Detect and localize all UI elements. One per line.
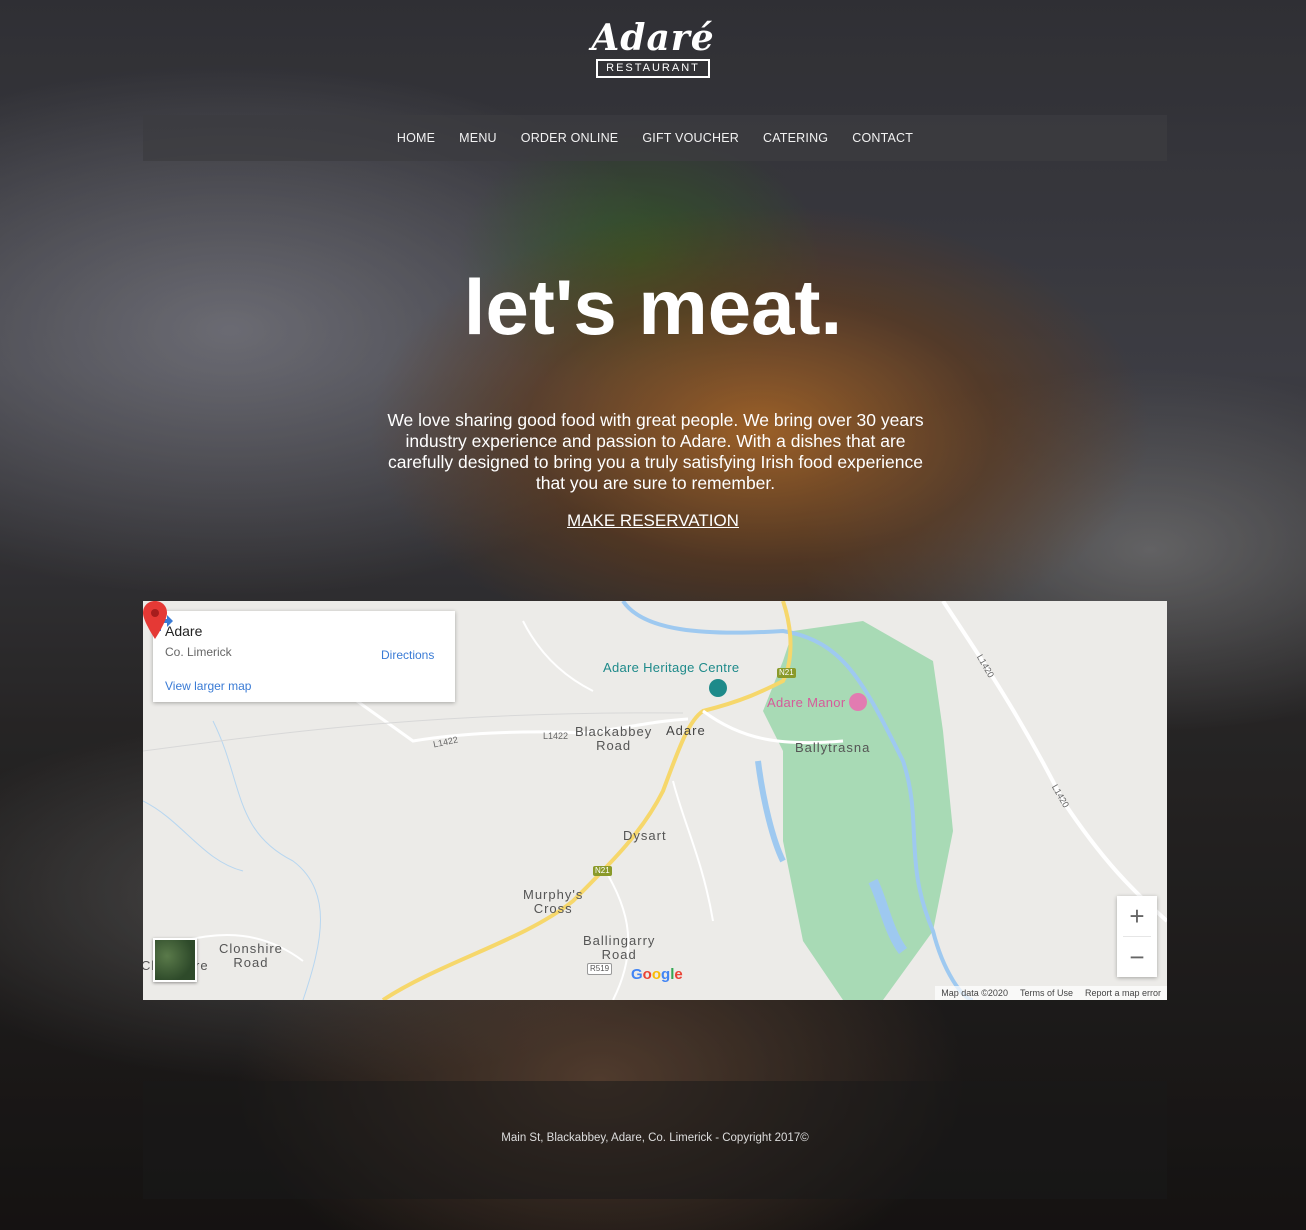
road-num-l1422-b: L1422 [543, 731, 569, 741]
zoom-out-button[interactable]: − [1117, 937, 1157, 977]
nav-menu[interactable]: MENU [447, 131, 509, 145]
map-attribution: Map data ©2020 Terms of Use Report a map… [935, 986, 1167, 1000]
road-north [522, 620, 594, 692]
terms-of-use-link[interactable]: Terms of Use [1020, 988, 1073, 998]
footer-address: Main St, Blackabbey, Adare, Co. Limerick… [501, 1132, 809, 1144]
nav-contact[interactable]: CONTACT [840, 131, 925, 145]
map-info-card: Adare Co. Limerick View larger map Direc… [153, 611, 455, 702]
label-murphys-cross: Murphy's Cross [523, 887, 584, 916]
label-ballingarry-road: Ballingarry Road [583, 933, 656, 962]
label-dysart: Dysart [623, 828, 667, 843]
nav-gift-voucher[interactable]: GIFT VOUCHER [630, 131, 751, 145]
label-adare: Adare [666, 723, 706, 738]
place-subtitle: Co. Limerick [165, 645, 232, 659]
google-map[interactable]: Adare Co. Limerick View larger map Direc… [143, 601, 1167, 1000]
satellite-toggle[interactable] [153, 938, 197, 982]
make-reservation-link[interactable]: MAKE RESERVATION [567, 511, 739, 530]
main-nav: HOME MENU ORDER ONLINE GIFT VOUCHER CATE… [143, 115, 1167, 161]
logo-tagline: RESTAURANT [596, 59, 710, 78]
google-logo: Google [631, 966, 683, 983]
road-tag-r519: R519 [587, 963, 613, 975]
zoom-in-button[interactable]: + [1117, 896, 1157, 936]
hero-title: let's meat. [463, 263, 843, 351]
road-l1420 [941, 601, 1167, 923]
hero-description: We love sharing good food with great peo… [387, 410, 924, 493]
nav-catering[interactable]: CATERING [751, 131, 840, 145]
logo[interactable]: Adaré RESTAURANT [0, 18, 1306, 78]
label-blackabbey-road: Blackabbey Road [575, 724, 653, 753]
museum-icon[interactable] [709, 679, 727, 697]
nav-order-online[interactable]: ORDER ONLINE [509, 131, 631, 145]
label-clonshire-road: Clonshire Road [219, 941, 283, 970]
road-tag-n21-top: N21 [777, 668, 796, 678]
map-data-label: Map data ©2020 [941, 988, 1008, 998]
reservation-cta: MAKE RESERVATION [0, 511, 1306, 531]
label-heritage-centre[interactable]: Adare Heritage Centre [603, 661, 739, 675]
label-ballytrasna: Ballytrasna [795, 740, 871, 755]
road-tag-n21-bottom: N21 [593, 866, 612, 876]
nav-home[interactable]: HOME [385, 131, 447, 145]
report-map-error-link[interactable]: Report a map error [1085, 988, 1161, 998]
logo-wordmark: Adaré [591, 17, 715, 59]
footer: Main St, Blackabbey, Adare, Co. Limerick… [143, 1081, 1167, 1199]
location-pin-icon[interactable] [143, 601, 167, 639]
zoom-controls: + − [1117, 896, 1157, 977]
stream-2 [143, 800, 244, 872]
river-side [755, 760, 786, 863]
view-larger-map-link[interactable]: View larger map [165, 679, 251, 693]
directions-label[interactable]: Directions [381, 648, 434, 662]
label-adare-manor[interactable]: Adare Manor [767, 696, 845, 710]
road-south [672, 780, 714, 922]
hotel-icon[interactable] [849, 693, 867, 711]
label-re-fragment: re [195, 958, 209, 973]
